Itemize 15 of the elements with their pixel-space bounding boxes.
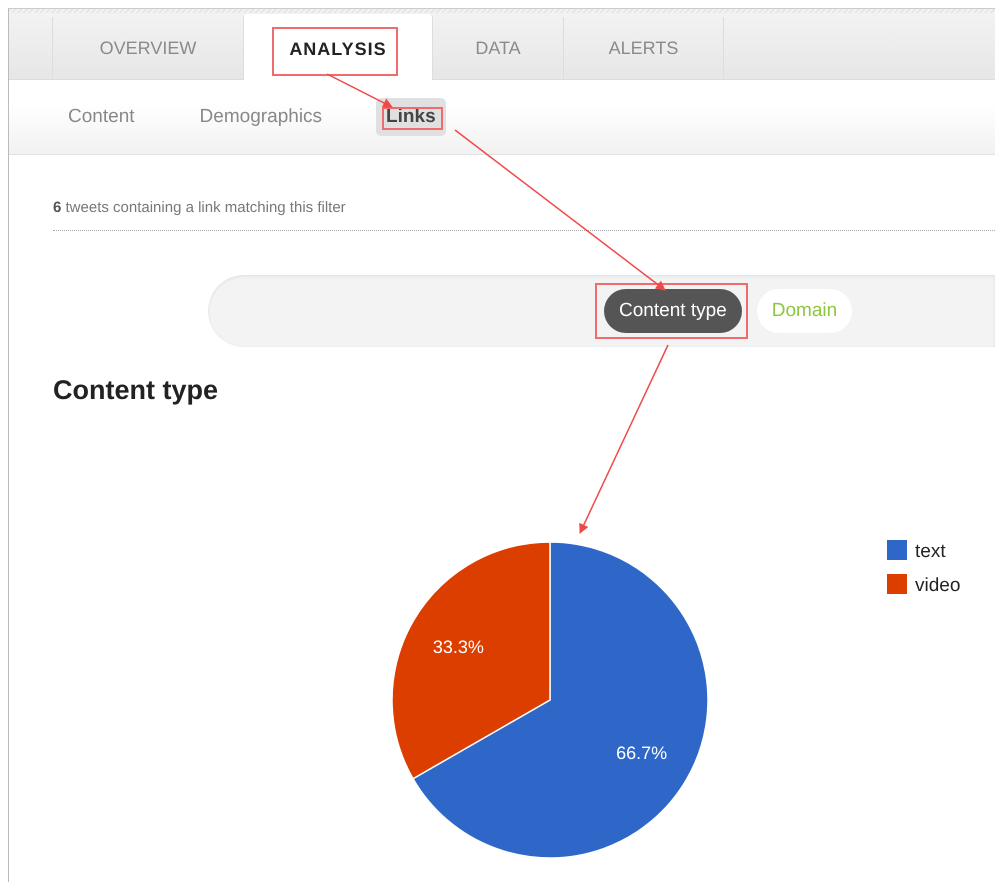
section-title: Content type [53, 375, 219, 406]
sub-tab[interactable]: Links [376, 98, 446, 136]
annotation-arrow [326, 73, 393, 108]
legend-label: text [915, 541, 946, 562]
filter-pill[interactable]: Domain [756, 289, 852, 333]
sub-tab[interactable]: Content [57, 98, 146, 136]
nav-tab[interactable]: DATA [433, 17, 564, 79]
slice-label: 66.7% [616, 743, 668, 764]
legend-label: video [915, 575, 960, 596]
sub-tab[interactable]: Demographics [188, 98, 334, 136]
filter-pill[interactable]: Content type [604, 289, 742, 333]
nav-tab[interactable]: ANALYSIS [244, 14, 433, 80]
slice-label: 33.3% [432, 636, 484, 657]
nav-tab[interactable]: ALERTS [564, 17, 724, 79]
summary-text: 6 tweets containing a link matching this filter [53, 199, 995, 231]
